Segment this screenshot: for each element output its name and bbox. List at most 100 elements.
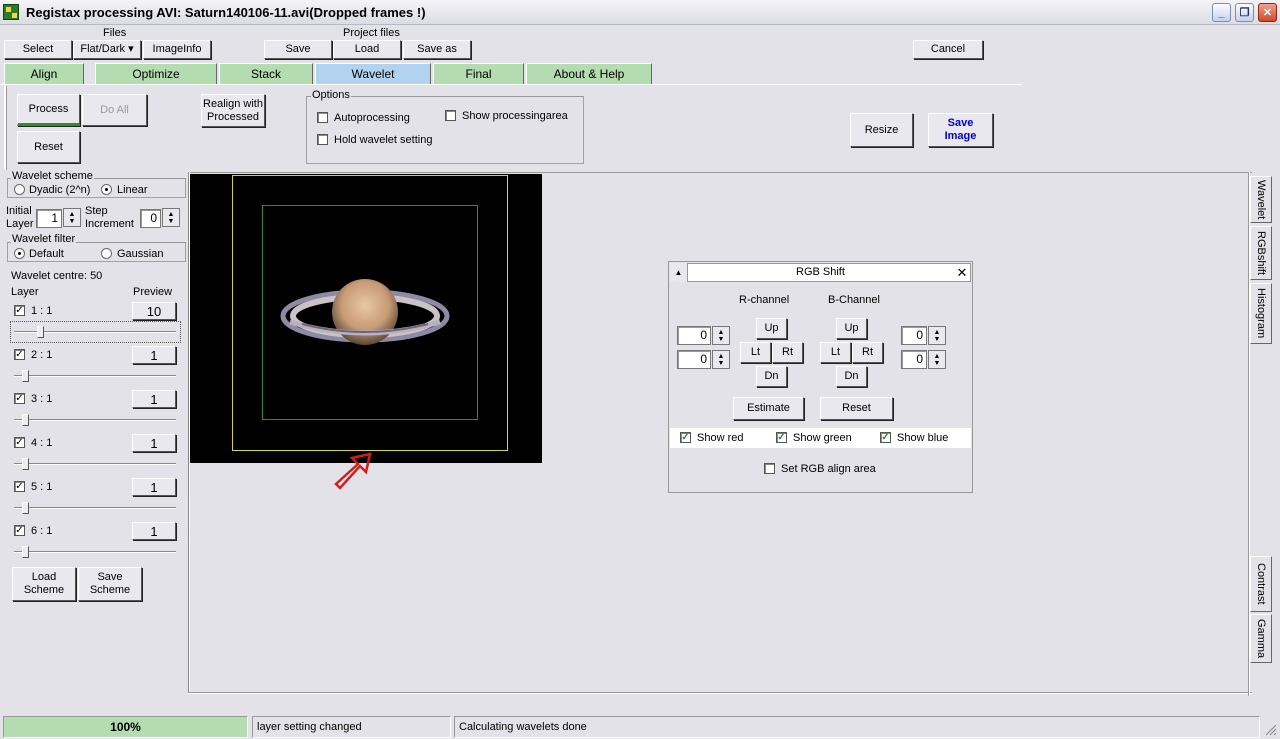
side-tab-wavelet[interactable]: Wavelet: [1250, 176, 1272, 223]
resize-grip-icon[interactable]: [1263, 722, 1277, 736]
load-scheme-button[interactable]: Load Scheme: [12, 567, 76, 601]
autoprocessing-label: Autoprocessing: [334, 112, 410, 124]
layer-2-slider[interactable]: [14, 375, 176, 377]
window-title: Registax processing AVI: Saturn140106-11…: [26, 5, 426, 20]
save-scheme-button[interactable]: Save Scheme: [78, 567, 142, 601]
show-blue-checkbox[interactable]: ✓: [880, 432, 891, 443]
tab-final[interactable]: Final: [433, 63, 524, 84]
b-shift-y-spinner[interactable]: ▲ ▼: [928, 350, 946, 369]
do-all-button[interactable]: Do All: [82, 94, 147, 126]
layer-3-slider[interactable]: [14, 419, 176, 421]
set-rgb-align-area-checkbox[interactable]: [764, 463, 775, 474]
show-green-checkbox[interactable]: ✓: [776, 432, 787, 443]
reset-button[interactable]: Reset: [17, 131, 80, 163]
layer-3-slider-thumb[interactable]: [22, 414, 29, 426]
wavelet-filter-label: Wavelet filter: [11, 233, 77, 245]
layer-5-preview-button[interactable]: 1: [132, 478, 176, 496]
maximize-button[interactable]: ❐: [1235, 3, 1254, 22]
image-viewer[interactable]: [190, 174, 542, 463]
layer-5-checkbox[interactable]: ✓: [14, 481, 25, 492]
r-shift-y-spinner[interactable]: ▲ ▼: [712, 350, 730, 369]
layer-1-checkbox[interactable]: ✓: [14, 305, 25, 316]
step-increment-input[interactable]: 0: [140, 209, 161, 228]
b-shift-x-spinner[interactable]: ▲ ▼: [928, 326, 946, 345]
rgb-shift-panel: [668, 261, 973, 493]
side-tab-histogram[interactable]: Histogram: [1250, 283, 1272, 344]
save-image-button[interactable]: Save Image: [928, 113, 993, 147]
saturn-image: [280, 279, 450, 345]
layer-6-slider[interactable]: [14, 551, 176, 553]
r-shift-x-spinner[interactable]: ▲ ▼: [712, 326, 730, 345]
collapse-icon[interactable]: ▲: [670, 263, 688, 282]
side-tab-rgbshift[interactable]: RGBshift: [1250, 226, 1272, 280]
save-as-button[interactable]: Save as: [403, 40, 471, 59]
layer-5-label: 5 : 1: [31, 481, 53, 493]
initial-layer-spinner[interactable]: ▲ ▼: [63, 208, 81, 227]
load-button[interactable]: Load: [333, 40, 401, 59]
b-shift-y-input[interactable]: 0: [901, 350, 927, 369]
r-up-button[interactable]: Up: [756, 318, 787, 339]
b-shift-x-input[interactable]: 0: [901, 326, 927, 345]
layer-6-preview-button[interactable]: 1: [132, 522, 176, 540]
layer-4-slider-thumb[interactable]: [22, 458, 29, 470]
b-left-button[interactable]: Lt: [820, 342, 851, 363]
layer-4-checkbox[interactable]: ✓: [14, 437, 25, 448]
r-shift-y-input[interactable]: 0: [677, 350, 711, 369]
r-down-button[interactable]: Dn: [756, 366, 787, 387]
show-blue-label: Show blue: [897, 432, 949, 444]
tab-optimize[interactable]: Optimize: [95, 63, 217, 84]
r-shift-x-input[interactable]: 0: [677, 326, 711, 345]
layer-4-preview-button[interactable]: 1: [132, 434, 176, 452]
b-up-button[interactable]: Up: [836, 318, 867, 339]
process-button[interactable]: Process: [17, 94, 80, 126]
layer-6-label: 6 : 1: [31, 525, 53, 537]
dyadic-radio[interactable]: [14, 184, 25, 195]
flatdark-dropdown[interactable]: Flat/Dark ▾: [73, 40, 141, 59]
tab-wavelet[interactable]: Wavelet: [315, 63, 431, 84]
b-right-button[interactable]: Rt: [852, 342, 883, 363]
show-processingarea-label: Show processingarea: [462, 110, 568, 122]
layer-5-slider[interactable]: [14, 507, 176, 509]
close-button[interactable]: ✕: [1258, 3, 1277, 22]
b-down-button[interactable]: Dn: [836, 366, 867, 387]
layer-4-slider[interactable]: [14, 463, 176, 465]
side-tab-gamma[interactable]: Gamma: [1250, 614, 1272, 663]
rgb-reset-button[interactable]: Reset: [820, 397, 893, 420]
resize-button[interactable]: Resize: [850, 113, 913, 147]
r-left-button[interactable]: Lt: [740, 342, 771, 363]
autoprocessing-checkbox[interactable]: [317, 112, 328, 123]
imageinfo-button[interactable]: ImageInfo: [143, 40, 211, 59]
side-tab-contrast[interactable]: Contrast: [1250, 556, 1272, 612]
minimize-button[interactable]: _: [1212, 3, 1231, 22]
cancel-button[interactable]: Cancel: [913, 40, 983, 59]
title-bar: Registax processing AVI: Saturn140106-11…: [0, 0, 1280, 25]
estimate-button[interactable]: Estimate: [733, 397, 804, 420]
preview-header: Preview: [133, 286, 173, 298]
layer-2-preview-button[interactable]: 1: [132, 346, 176, 364]
layer-3-preview-button[interactable]: 1: [132, 390, 176, 408]
close-icon[interactable]: ✕: [954, 264, 970, 281]
tab-align[interactable]: Align: [4, 63, 84, 84]
default-radio[interactable]: [14, 248, 25, 259]
show-red-checkbox[interactable]: ✓: [680, 432, 691, 443]
hold-wavelet-checkbox[interactable]: [317, 134, 328, 145]
layer-6-slider-thumb[interactable]: [22, 546, 29, 558]
r-right-button[interactable]: Rt: [772, 342, 803, 363]
layer-2-checkbox[interactable]: ✓: [14, 349, 25, 360]
select-button[interactable]: Select: [4, 40, 72, 59]
layer-5-slider-thumb[interactable]: [22, 502, 29, 514]
layer-1-preview-button[interactable]: 10: [132, 302, 176, 320]
gaussian-radio[interactable]: [101, 248, 112, 259]
layer-2-slider-thumb[interactable]: [22, 370, 29, 382]
tab-about-help[interactable]: About & Help: [526, 63, 652, 84]
step-increment-spinner[interactable]: ▲ ▼: [162, 208, 180, 227]
initial-layer-input[interactable]: 1: [36, 209, 62, 228]
layer-1-slider-thumb[interactable]: [37, 326, 44, 338]
realign-button[interactable]: Realign with Processed: [201, 94, 265, 127]
layer-3-checkbox[interactable]: ✓: [14, 393, 25, 404]
save-button[interactable]: Save: [264, 40, 332, 59]
layer-6-checkbox[interactable]: ✓: [14, 525, 25, 536]
tab-stack[interactable]: Stack: [219, 63, 313, 84]
show-processingarea-checkbox[interactable]: [445, 110, 456, 121]
linear-radio[interactable]: [101, 184, 112, 195]
